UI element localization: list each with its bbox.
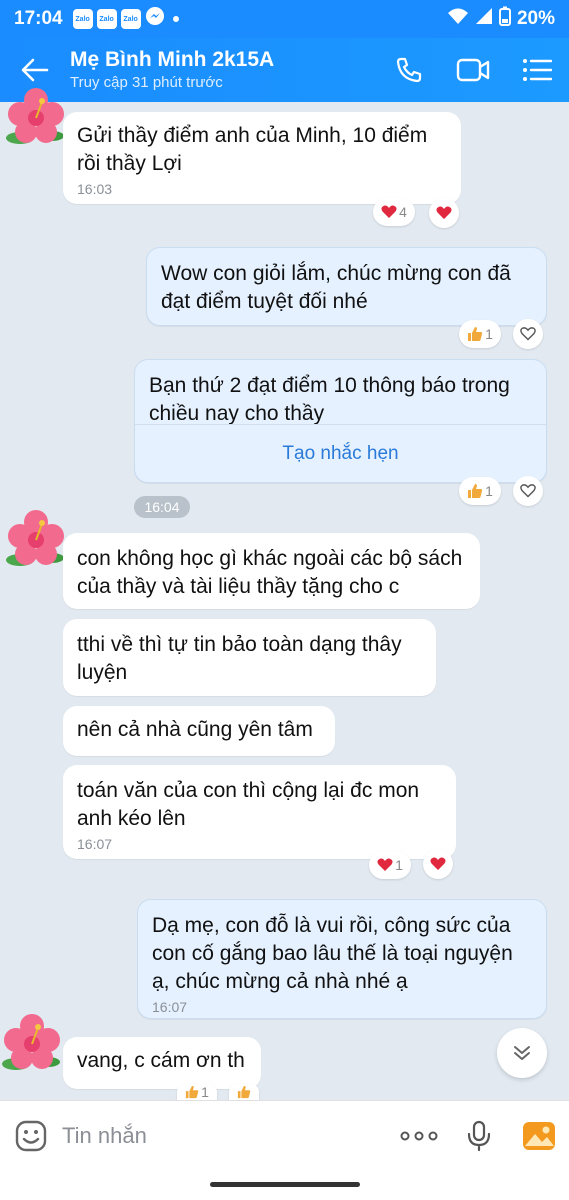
incoming-message[interactable]: toán văn của con thì cộng lại đc mon anh… <box>63 765 456 859</box>
scroll-to-bottom-button[interactable] <box>497 1028 547 1078</box>
contact-avatar[interactable] <box>4 86 68 150</box>
menu-icon <box>523 59 552 81</box>
reaction-count: 1 <box>201 1084 209 1100</box>
contact-avatar[interactable] <box>4 508 68 572</box>
message-time: 16:07 <box>152 999 188 1015</box>
message-input-bar <box>0 1100 569 1170</box>
message-text: nên cả nhà cũng yên tâm <box>77 718 313 741</box>
incoming-message[interactable]: nên cả nhà cũng yên tâm <box>63 706 335 756</box>
incoming-message[interactable]: tthi về thì tự tin bảo toàn dạng thây lu… <box>63 619 436 696</box>
video-call-button[interactable] <box>441 38 505 102</box>
contact-avatar[interactable] <box>0 1012 64 1076</box>
zalo-notification-icon: Zalo <box>96 9 117 29</box>
chat-header: Mẹ Bình Minh 2k15A Truy cập 31 phút trướ… <box>0 38 569 102</box>
incoming-message[interactable]: Gửi thầy điểm anh của Minh, 10 điểm rồi … <box>63 112 461 204</box>
heart-icon <box>381 205 397 218</box>
message-text: Dạ mẹ, con đỗ là vui rồi, công sức của c… <box>152 914 513 993</box>
incoming-message[interactable]: vang, c cám ơn th <box>63 1037 261 1089</box>
message-text: con không học gì khác ngoài các bộ sách … <box>77 547 463 598</box>
microphone-icon <box>467 1120 491 1151</box>
wifi-icon <box>447 7 469 31</box>
reaction-summary[interactable]: 1 <box>369 851 411 879</box>
video-call-icon <box>456 58 490 82</box>
chat-menu-button[interactable] <box>505 38 569 102</box>
react-button[interactable] <box>229 1084 259 1100</box>
more-icon <box>400 1131 438 1140</box>
notification-dot <box>172 16 179 22</box>
battery-percent: 20% <box>516 8 555 29</box>
outline-heart-icon <box>520 484 536 498</box>
send-image-button[interactable] <box>509 1106 569 1166</box>
thumbs-up-icon <box>185 1085 199 1099</box>
zalo-notification-icon: Zalo <box>120 9 141 29</box>
message-text: Gửi thầy điểm anh của Minh, 10 điểm rồi … <box>77 124 428 175</box>
zalo-notification-icon: Zalo <box>72 9 93 29</box>
react-button[interactable] <box>513 476 543 506</box>
voice-call-button[interactable] <box>377 38 441 102</box>
heart-icon <box>430 857 446 870</box>
time-separator: 16:04 <box>134 496 190 518</box>
system-navigation-bar <box>0 1170 569 1200</box>
message-time: 16:03 <box>77 181 113 197</box>
reaction-count: 1 <box>395 857 403 873</box>
more-options-button[interactable] <box>389 1106 449 1166</box>
thumbs-up-icon <box>468 484 483 498</box>
home-indicator[interactable] <box>210 1182 360 1187</box>
reaction-count: 1 <box>485 326 493 342</box>
message-input[interactable] <box>62 1122 389 1149</box>
voice-message-button[interactable] <box>449 1106 509 1166</box>
status-bar: 17:04 Zalo Zalo Zalo 20% <box>0 0 569 38</box>
heart-icon <box>436 206 452 219</box>
message-text: tthi về thì tự tin bảo toàn dạng thây lu… <box>77 633 402 684</box>
message-text: Wow con giỏi lắm, chúc mừng con đã đạt đ… <box>161 262 511 313</box>
last-seen: Truy cập 31 phút trước <box>70 74 223 91</box>
create-reminder-link[interactable]: Tạo nhắc hẹn <box>135 424 546 482</box>
outgoing-message[interactable]: Bạn thứ 2 đạt điểm 10 thông báo trong ch… <box>134 359 547 483</box>
reaction-summary[interactable]: 1 <box>459 477 501 505</box>
message-text: Bạn thứ 2 đạt điểm 10 thông báo trong ch… <box>149 374 510 425</box>
message-text: toán văn của con thì cộng lại đc mon anh… <box>77 779 420 830</box>
react-button[interactable] <box>423 849 453 879</box>
battery-icon <box>498 6 511 32</box>
emoji-icon <box>15 1120 47 1151</box>
messenger-icon <box>145 6 165 32</box>
react-button[interactable] <box>513 319 543 349</box>
heart-icon <box>377 858 393 871</box>
chat-title-area[interactable]: Mẹ Bình Minh 2k15A Truy cập 31 phút trướ… <box>70 47 377 93</box>
message-text: vang, c cám ơn th <box>77 1049 245 1072</box>
chevron-down-icon <box>514 1046 530 1060</box>
contact-name: Mẹ Bình Minh 2k15A <box>70 48 275 71</box>
reaction-summary[interactable]: 4 <box>373 198 415 226</box>
outgoing-message[interactable]: Dạ mẹ, con đỗ là vui rồi, công sức của c… <box>137 899 547 1019</box>
emoji-button[interactable] <box>0 1119 62 1153</box>
signal-icon <box>475 7 493 31</box>
reaction-summary[interactable]: 1 <box>459 320 501 348</box>
incoming-message[interactable]: con không học gì khác ngoài các bộ sách … <box>63 533 480 609</box>
reaction-count: 1 <box>485 483 493 499</box>
status-time: 17:04 <box>14 8 63 29</box>
react-button[interactable] <box>429 198 459 228</box>
image-icon <box>523 1121 555 1150</box>
reaction-count: 4 <box>399 204 407 220</box>
reaction-summary[interactable]: 1 <box>177 1084 217 1100</box>
outgoing-message[interactable]: Wow con giỏi lắm, chúc mừng con đã đạt đ… <box>146 247 547 326</box>
thumbs-up-icon <box>237 1085 251 1099</box>
outline-heart-icon <box>520 327 536 341</box>
phone-icon <box>396 57 422 83</box>
back-arrow-icon <box>21 58 49 82</box>
thumbs-up-icon <box>468 327 483 341</box>
